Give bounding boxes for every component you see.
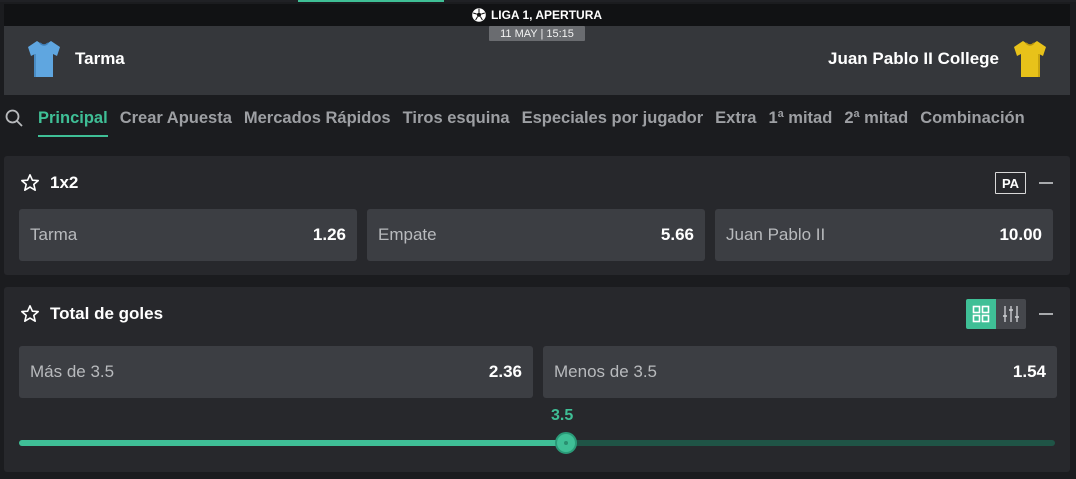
market-1x2: 1x2 PA Tarma 1.26 Empate 5.66 Juan Pablo…	[4, 156, 1070, 275]
selection-label: Juan Pablo II	[726, 225, 826, 244]
grid-icon	[972, 305, 990, 323]
collapse-icon[interactable]	[1038, 175, 1054, 191]
selection-label: Empate	[378, 225, 437, 244]
odds-row: Tarma 1.26 Empate 5.66 Juan Pablo II 10.…	[19, 209, 1053, 261]
soccer-ball-icon	[472, 8, 486, 22]
tab-crear-apuesta[interactable]: Crear Apuesta	[120, 99, 232, 138]
match-header: LIGA 1, APERTURA 11 MAY | 15:15 Tarma Ju…	[4, 4, 1070, 95]
tab-segunda-mitad[interactable]: 2ª mitad	[844, 99, 908, 138]
sliders-icon	[1003, 306, 1019, 322]
tab-principal[interactable]: Principal	[38, 99, 108, 138]
home-team-name: Tarma	[75, 49, 125, 68]
slider-view-button[interactable]	[996, 299, 1026, 329]
match-datetime: 11 MAY | 15:15	[489, 26, 585, 41]
search-icon[interactable]	[4, 108, 24, 128]
market-title: 1x2	[50, 173, 79, 192]
slider-value: 3.5	[551, 407, 574, 424]
slider-fill	[19, 440, 566, 446]
favorite-star-icon[interactable]	[20, 173, 40, 193]
odds-button-away[interactable]: Juan Pablo II 10.00	[715, 209, 1053, 261]
top-progress-line	[0, 0, 1076, 2]
market-controls: PA	[995, 172, 1054, 194]
tab-especiales-jugador[interactable]: Especiales por jugador	[522, 99, 704, 138]
market-total-goles: Total de goles Más de 3.5 2.36 Menos de …	[4, 287, 1070, 472]
league-bar: LIGA 1, APERTURA	[4, 4, 1070, 26]
tab-primera-mitad[interactable]: 1ª mitad	[768, 99, 832, 138]
odds-row: Más de 3.5 2.36 Menos de 3.5 1.54	[19, 346, 1057, 398]
selection-label: Más de 3.5	[30, 362, 115, 381]
away-team: Juan Pablo II College	[828, 39, 1048, 79]
odds-value: 10.00	[999, 225, 1042, 244]
market-header: Total de goles	[20, 287, 1054, 341]
favorite-star-icon[interactable]	[20, 304, 40, 324]
market-controls	[966, 299, 1054, 329]
tab-tiros-esquina[interactable]: Tiros esquina	[403, 99, 510, 138]
tab-combinacion[interactable]: Combinación	[920, 99, 1025, 138]
goal-line-slider[interactable]	[19, 432, 1055, 454]
market-title: Total de goles	[50, 304, 164, 323]
odds-button-home[interactable]: Tarma 1.26	[19, 209, 357, 261]
pa-badge[interactable]: PA	[995, 172, 1026, 194]
home-jersey-icon	[28, 41, 60, 77]
odds-button-under[interactable]: Menos de 3.5 1.54	[543, 346, 1057, 398]
top-accent	[298, 0, 444, 2]
odds-value: 1.54	[1012, 362, 1046, 381]
odds-button-over[interactable]: Más de 3.5 2.36	[19, 346, 533, 398]
view-toggle	[966, 299, 1026, 329]
odds-value: 2.36	[488, 362, 522, 381]
selection-label: Tarma	[30, 225, 78, 244]
selection-label: Menos de 3.5	[554, 362, 658, 381]
home-team: Tarma	[26, 39, 125, 79]
market-tabs: Principal Crear Apuesta Mercados Rápidos…	[0, 96, 1076, 140]
league-name: LIGA 1, APERTURA	[490, 8, 603, 22]
slider-handle[interactable]	[555, 432, 577, 454]
tab-extra[interactable]: Extra	[715, 99, 756, 138]
collapse-icon[interactable]	[1038, 306, 1054, 322]
odds-value: 5.66	[660, 225, 694, 244]
market-header: 1x2 PA	[20, 156, 1054, 210]
odds-value: 1.26	[312, 225, 346, 244]
away-jersey-icon	[1014, 41, 1046, 77]
odds-button-draw[interactable]: Empate 5.66	[367, 209, 705, 261]
away-team-name: Juan Pablo II College	[828, 49, 999, 68]
tab-mercados-rapidos[interactable]: Mercados Rápidos	[244, 99, 391, 138]
grid-view-button[interactable]	[966, 299, 996, 329]
